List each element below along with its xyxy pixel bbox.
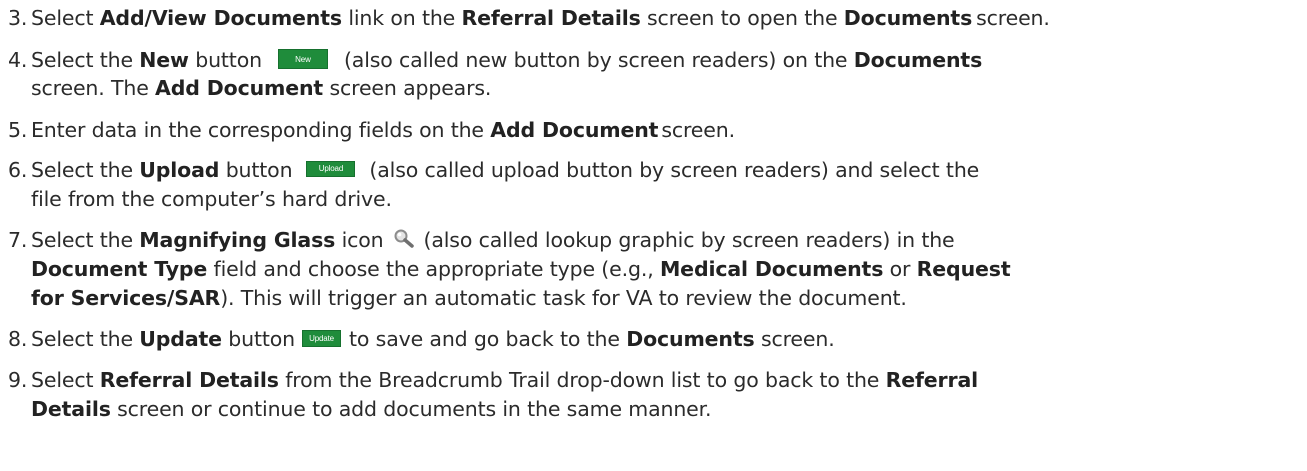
text: ). This will trigger an automatic task f… bbox=[220, 286, 907, 310]
text: Select the bbox=[31, 158, 140, 182]
bold-text: New bbox=[139, 48, 189, 72]
step-text: screen. The Add Document screen appears. bbox=[31, 74, 491, 102]
text: Select bbox=[31, 368, 100, 392]
text: screen. bbox=[976, 6, 1050, 30]
text: Select bbox=[31, 6, 100, 30]
step-text: Select Referral Details from the Breadcr… bbox=[31, 366, 978, 394]
bold-text: Referral Details bbox=[461, 6, 641, 30]
text: Select the bbox=[31, 228, 140, 252]
text: to save and go back to the bbox=[349, 327, 627, 351]
bold-text: Add Document bbox=[155, 76, 324, 100]
text: icon bbox=[335, 228, 384, 252]
bold-text: Update bbox=[139, 327, 222, 351]
step-text: for Services/SAR). This will trigger an … bbox=[31, 284, 907, 312]
text: screen appears. bbox=[323, 76, 492, 100]
step-text: Details screen or continue to add docume… bbox=[31, 395, 712, 423]
text: screen. The bbox=[31, 76, 156, 100]
bold-text: Details bbox=[31, 397, 111, 421]
step-text: Select Add/View Documents link on the Re… bbox=[31, 4, 1050, 32]
text: (also called upload button by screen rea… bbox=[369, 158, 980, 182]
text: Enter data in the corresponding fields o… bbox=[31, 118, 491, 142]
step-text: Document Type field and choose the appro… bbox=[31, 255, 1011, 283]
step-text: Enter data in the corresponding fields o… bbox=[31, 116, 735, 144]
step-text: Select the Upload button Upload (also call… bbox=[31, 156, 979, 184]
bold-text: Magnifying Glass bbox=[139, 228, 336, 252]
text: (also called new button by screen reader… bbox=[343, 48, 854, 72]
step-number: 8. bbox=[8, 327, 28, 351]
step-number: 4. bbox=[8, 48, 28, 72]
text: or bbox=[883, 257, 917, 281]
bold-text: Document Type bbox=[31, 257, 208, 281]
text: screen to open the bbox=[640, 6, 844, 30]
bold-text: for Services/SAR bbox=[31, 286, 221, 310]
magnifying-glass-icon bbox=[392, 228, 416, 250]
bold-text: Referral bbox=[885, 368, 979, 392]
step-number: 9. bbox=[8, 368, 28, 392]
text: field and choose the appropriate type (e… bbox=[207, 257, 660, 281]
bold-text: Add/View Documents bbox=[99, 6, 342, 30]
text: from the Breadcrumb Trail drop-down list… bbox=[278, 368, 886, 392]
bold-text: Upload bbox=[139, 158, 220, 182]
bold-text: Referral Details bbox=[99, 368, 279, 392]
upload-button-image: Upload bbox=[306, 161, 356, 177]
update-button-image: Update bbox=[302, 329, 342, 347]
step-number: 7. bbox=[8, 228, 28, 252]
step-number: 3. bbox=[8, 6, 28, 30]
step-text: Select the Magnifying Glass icon (also ca… bbox=[31, 226, 955, 254]
bold-text: Add Document bbox=[490, 118, 659, 142]
bold-text: Documents bbox=[853, 48, 983, 72]
bold-text: Documents bbox=[626, 327, 755, 351]
step-number: 6. bbox=[8, 158, 28, 182]
text: (also called lookup graphic by screen re… bbox=[423, 228, 955, 252]
text: Select the bbox=[31, 48, 140, 72]
step-number: 5. bbox=[8, 118, 28, 142]
text: Select the bbox=[31, 327, 140, 351]
text: screen or continue to add documents in t… bbox=[110, 397, 712, 421]
step-text: file from the computer’s hard drive. bbox=[31, 187, 392, 211]
bold-text: Documents bbox=[843, 6, 973, 30]
bold-text: Medical Documents bbox=[659, 257, 884, 281]
text: screen. bbox=[661, 118, 735, 142]
text: button bbox=[188, 48, 262, 72]
bold-text: Request bbox=[916, 257, 1011, 281]
text: link on the bbox=[341, 6, 462, 30]
text: button bbox=[219, 158, 293, 182]
step-text: Select the New button New (also called new… bbox=[31, 46, 982, 74]
new-button-image: New bbox=[277, 49, 328, 69]
step-text: Select the Update button Update to save an… bbox=[31, 325, 835, 353]
text: button bbox=[221, 327, 296, 351]
text: screen. bbox=[754, 327, 835, 351]
